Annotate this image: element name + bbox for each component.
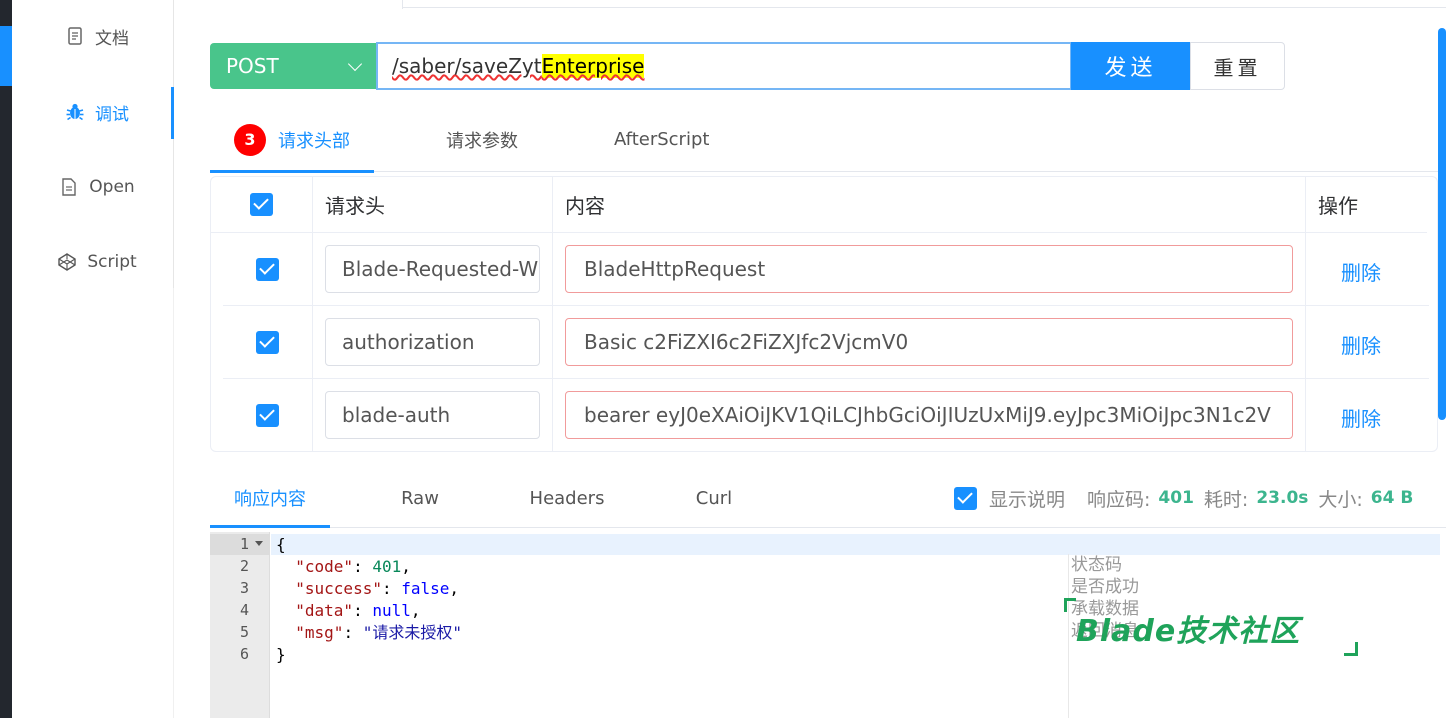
header-value-input[interactable]: Basic c2FiZXI6c2FiZXJfc2VjcmV0 [565,318,1293,366]
url-text: /saber/saveZyt [392,54,542,78]
json-key: "data" [295,601,354,620]
table-row: blade-auth bearer eyJ0eXAiOiJKV1QiLCJhbG… [223,379,1429,451]
row-select-cell [223,306,313,378]
watermark-corner [1064,598,1076,612]
delete-link[interactable]: 删除 [1341,403,1381,432]
field-description: 是否成功 [1071,577,1139,597]
size-label: 大小: [1318,488,1363,511]
tab-label: AfterScript [614,129,710,150]
show-description-label: 显示说明 [989,488,1066,511]
sidebar-item-label: Open [89,177,135,197]
json-value: false [401,579,450,598]
sidebar: 文档 调试 Open Script [20,0,174,718]
line-number: 2 [239,557,249,575]
reset-button[interactable]: 重置 [1190,42,1285,90]
line-number: 1 [239,535,249,553]
line-number: 4 [239,601,249,619]
select-all-checkbox[interactable] [250,193,273,216]
tab-headers[interactable]: Headers [507,470,627,526]
fold-arrow-icon[interactable] [255,541,263,546]
watermark-corner [1344,642,1358,656]
method-label: POST [226,54,279,78]
headers-table: 请求头 内容 操作 Blade-Requested-With BladeHttp… [210,176,1438,452]
delete-link[interactable]: 删除 [1341,257,1381,286]
document-icon [65,26,85,46]
row-checkbox[interactable] [256,404,279,427]
elapsed-value: 23.0s [1256,488,1309,508]
status-code-label: 响应码: [1087,488,1151,511]
header-key-input[interactable]: blade-auth [325,391,540,439]
json-value: 401 [372,557,402,576]
json-key: "success" [295,579,382,598]
url-highlight: Enterprise [541,54,645,78]
request-tabs: 3 请求头部 请求参数 AfterScript [210,108,1446,173]
method-select[interactable]: POST [210,43,376,89]
json-value: null [372,601,411,620]
send-button[interactable]: 发送 [1071,42,1190,90]
tab-request-headers[interactable]: 3 请求头部 [210,108,374,173]
url-input[interactable]: /saber/saveZyt Enterprise [376,42,1072,90]
col-header-key: 请求头 [313,177,553,232]
header-key-input[interactable]: Blade-Requested-With [325,245,540,293]
line-number: 3 [239,579,249,597]
row-select-cell [223,233,313,305]
row-checkbox[interactable] [256,330,279,354]
window-edge-accent [0,26,12,86]
line-number: 6 [239,645,249,663]
tab-curl[interactable]: Curl [654,470,774,526]
codepen-icon [57,252,77,272]
col-header-action: 操作 [1318,194,1358,218]
show-description-checkbox[interactable] [954,486,977,510]
row-select-cell [223,379,313,451]
json-value: "请求未授权" [362,623,462,642]
size-value: 64 B [1370,488,1414,508]
sidebar-item-open[interactable]: Open [20,163,174,211]
sidebar-item-label: 调试 [95,104,129,125]
tab-after-script[interactable]: AfterScript [614,108,709,171]
header-count-badge: 3 [234,123,266,156]
header-key-input[interactable]: authorization [325,318,540,366]
table-row: authorization Basic c2FiZXI6c2FiZXJfc2Vj… [223,306,1429,379]
window-edge [0,0,12,718]
table-header: 请求头 内容 操作 [211,177,1427,233]
file-icon [59,177,79,197]
line-number: 5 [239,623,249,641]
bug-icon [65,102,85,122]
sidebar-item-label: Script [87,252,137,272]
sidebar-divider [20,288,174,718]
sidebar-item-debug[interactable]: 调试 [20,87,174,139]
elapsed-label: 耗时: [1203,488,1249,511]
row-checkbox[interactable] [256,257,279,281]
sidebar-item-docs[interactable]: 文档 [20,12,174,60]
status-code-value: 401 [1158,488,1194,508]
app-root: 文档 调试 Open Script POST /saber/saveZyt Ent… [0,0,1446,718]
select-all-cell [211,177,313,232]
field-description: 状态码 [1071,555,1122,575]
sidebar-item-script[interactable]: Script [20,238,174,286]
table-row: Blade-Requested-With BladeHttpRequest 删除 [223,233,1429,306]
chevron-down-icon [347,56,363,72]
header-value-input[interactable]: BladeHttpRequest [565,245,1293,293]
response-json-code: { "code": 401, "success": false, "data":… [276,535,462,664]
tab-raw[interactable]: Raw [360,470,480,526]
json-key: "msg" [295,623,344,642]
response-meta: 显示说明 响应码: 401 耗时: 23.0s 大小: 64 B [954,486,1423,511]
col-header-value: 内容 [553,177,1306,232]
tab-request-params[interactable]: 请求参数 [446,108,518,171]
sidebar-item-label: 文档 [95,28,129,49]
scrollbar-thumb[interactable] [1438,28,1446,420]
tab-label: 请求头部 [278,130,350,152]
line-gutter: 1 2 3 4 5 6 [210,532,270,718]
tab-response-content[interactable]: 响应内容 [210,470,330,528]
tab-label: 请求参数 [446,130,518,152]
header-value-input[interactable]: bearer eyJ0eXAiOiJKV1QiLCJhbGciOiJIUzUxM… [565,391,1293,439]
watermark: Blade技术社区 [1076,614,1301,649]
delete-link[interactable]: 删除 [1341,330,1381,359]
json-key: "code" [295,557,354,576]
